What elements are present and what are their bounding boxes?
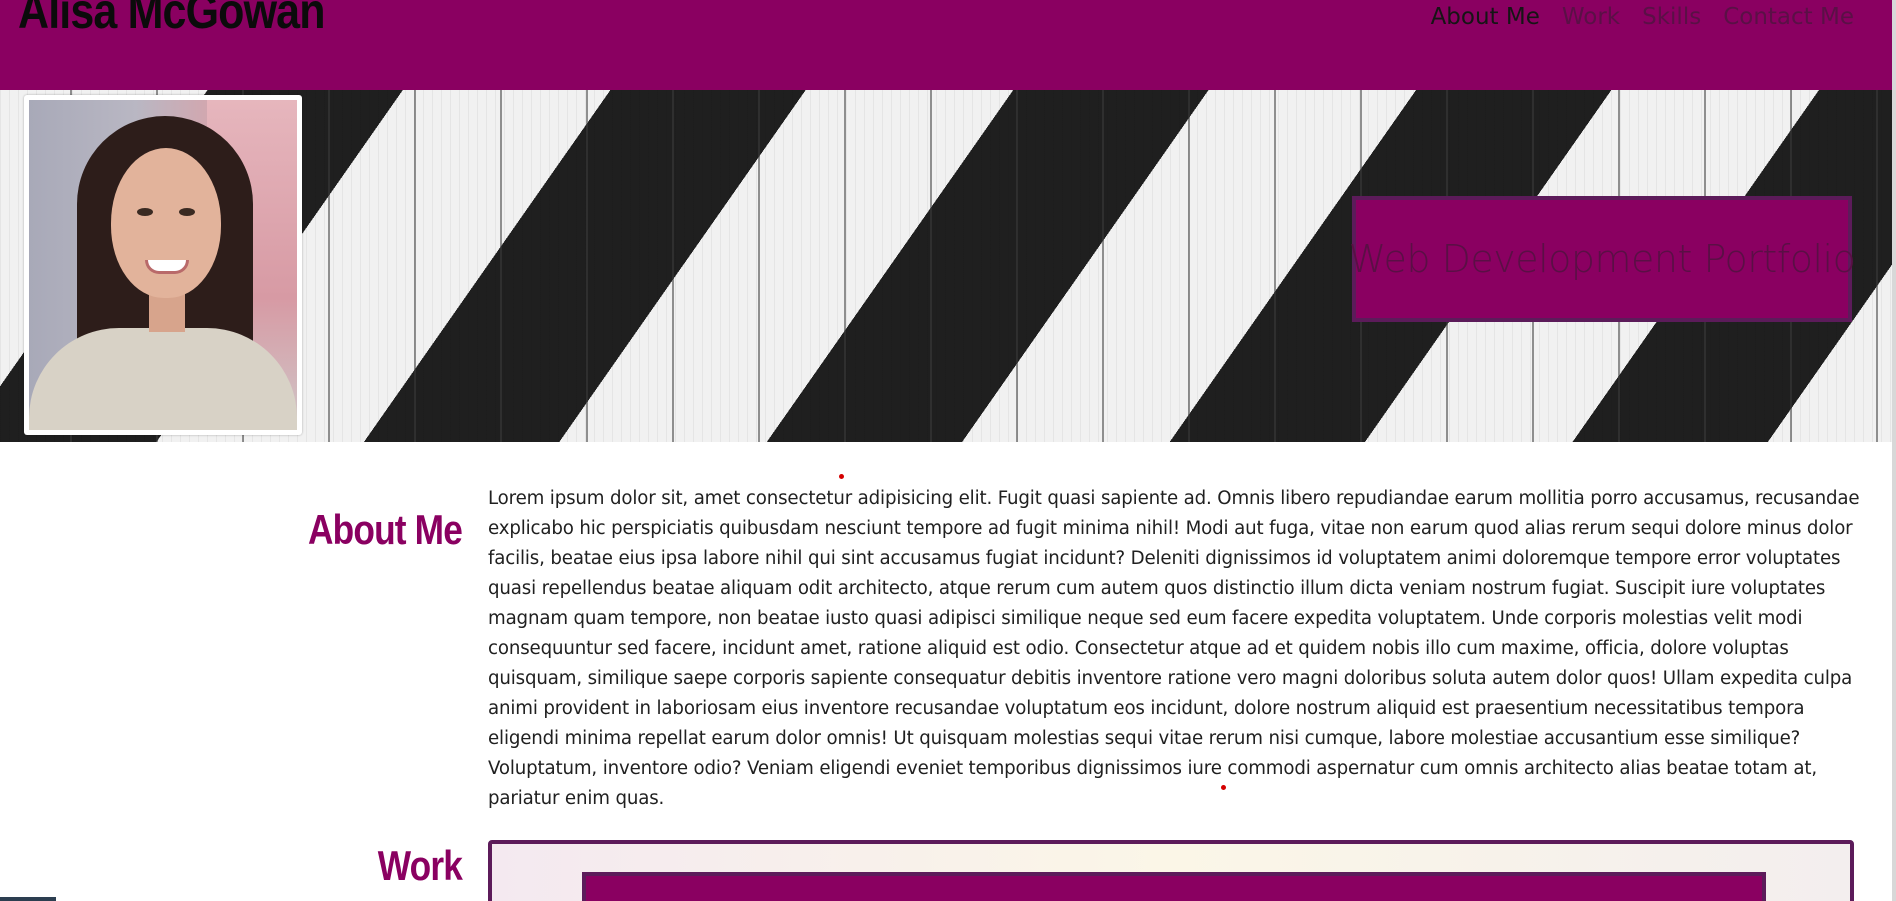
window-scrollbar[interactable] <box>1892 0 1896 901</box>
work-card-title-box <box>582 872 1766 901</box>
hero-title: Web Development Portfolio <box>1348 237 1856 281</box>
profile-photo-image <box>29 100 297 430</box>
nav-link-skills[interactable]: Skills <box>1642 4 1701 30</box>
work-heading: Work <box>377 842 463 889</box>
decorative-dot <box>839 474 844 479</box>
site-header: Alisa McGowan About Me Work Skills Conta… <box>0 0 1892 90</box>
nav-link-about-me[interactable]: About Me <box>1431 4 1540 30</box>
work-featured-card[interactable] <box>488 840 1854 901</box>
site-name: Alisa McGowan <box>18 0 325 39</box>
nav-link-contact-me[interactable]: Contact Me <box>1723 4 1854 30</box>
profile-photo <box>24 95 302 435</box>
hero-banner: Web Development Portfolio <box>0 90 1892 442</box>
nav-link-work[interactable]: Work <box>1562 4 1620 30</box>
about-me-text: Lorem ipsum dolor sit, amet consectetur … <box>488 488 1860 809</box>
decorative-dot <box>1221 785 1226 790</box>
hero-title-box: Web Development Portfolio <box>1349 196 1856 322</box>
main-nav: About Me Work Skills Contact Me <box>1431 4 1854 30</box>
taskbar-edge <box>0 897 56 901</box>
about-me-heading: About Me <box>308 506 463 553</box>
